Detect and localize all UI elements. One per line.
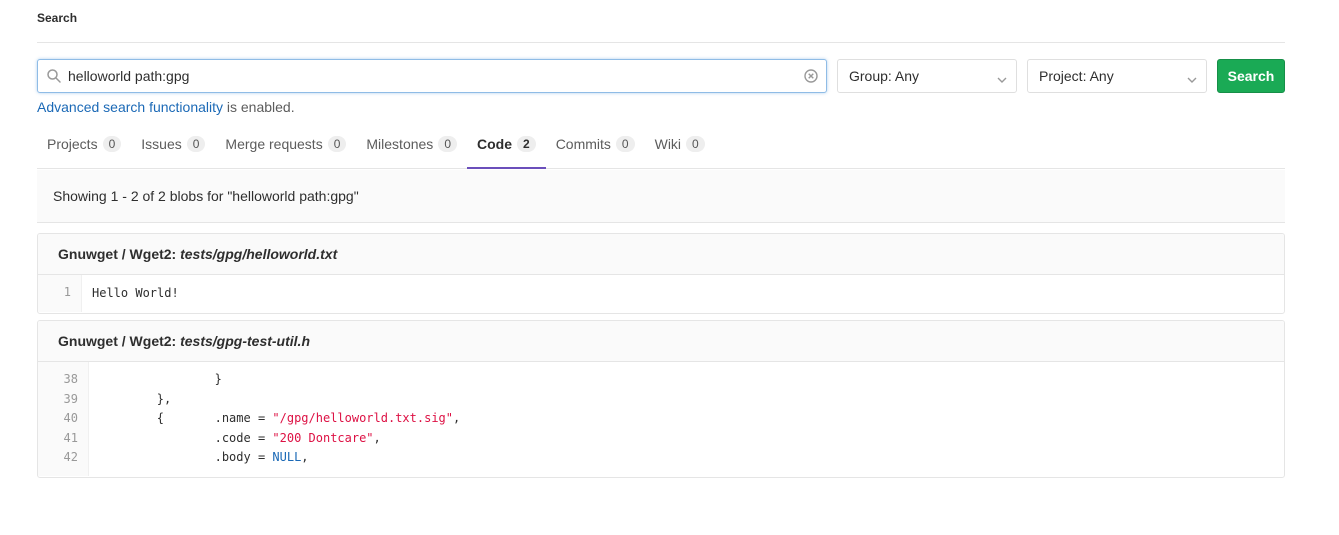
blob-path[interactable]: tests/gpg-test-util.h [180,333,310,349]
code-text: .code = [99,430,273,445]
code-lines: } }, { .name = "/gpg/helloworld.txt.sig"… [89,362,470,476]
search-result-blob: Gnuwget / Wget2: tests/gpg/helloworld.tx… [37,233,1285,314]
project-dropdown-label: Project: Any [1039,68,1114,84]
search-box[interactable] [37,59,827,93]
line-number[interactable]: 40 [46,409,78,429]
tab-code[interactable]: Code 2 [467,120,546,169]
tab-issues[interactable]: Issues 0 [131,120,215,168]
tab-label: Projects [47,136,98,152]
tab-label: Milestones [366,136,434,152]
tab-label: Issues [141,136,182,152]
search-icon [46,68,62,84]
blob-project: Gnuwget / Wget2: [58,333,177,349]
page-title: Search [37,11,78,25]
tab-count-badge: 0 [615,136,635,152]
line-number[interactable]: 42 [46,448,78,468]
tab-projects[interactable]: Projects 0 [37,120,131,168]
code-string: "200 Dontcare" [272,430,374,445]
advanced-search-suffix: is enabled. [223,99,295,115]
blob-code: 38 39 40 41 42 } }, { .name = "/gpg/hell… [38,362,1284,476]
blob-header[interactable]: Gnuwget / Wget2: tests/gpg-test-util.h [38,321,1284,362]
chevron-down-icon [1186,72,1198,83]
code-string: "/gpg/helloworld.txt.sig" [272,411,454,425]
code-keyword: NULL [272,450,302,464]
search-button[interactable]: Search [1217,59,1285,93]
advanced-search-link[interactable]: Advanced search functionality [37,99,223,115]
line-numbers: 38 39 40 41 42 [38,362,89,476]
code-line: .body = NULL, [99,448,460,468]
search-result-blob: Gnuwget / Wget2: tests/gpg-test-util.h 3… [37,320,1285,478]
tab-merge-requests[interactable]: Merge requests 0 [215,120,356,168]
blob-code: 1 Hello World! [38,275,1284,312]
tab-count-badge: 0 [186,136,206,152]
line-number[interactable]: 1 [46,283,71,303]
search-input[interactable] [68,60,808,92]
clear-icon[interactable] [804,69,818,83]
code-line: }, [99,391,172,406]
tab-label: Commits [555,136,611,152]
code-line: .code = "200 Dontcare", [99,429,460,449]
code-line: Hello World! [92,286,179,300]
tab-count-badge: 0 [686,136,705,152]
tab-label: Merge requests [225,136,323,152]
code-line: { .name = "/gpg/helloworld.txt.sig", [99,409,460,429]
tab-count-badge: 0 [327,136,347,152]
blob-project: Gnuwget / Wget2: [58,246,177,262]
code-lines: Hello World! [82,275,189,312]
project-dropdown[interactable]: Project: Any [1027,59,1207,93]
tab-count-badge: 0 [102,136,122,152]
line-numbers: 1 [38,275,82,312]
advanced-search-note: Advanced search functionality is enabled… [37,99,295,115]
tab-commits[interactable]: Commits 0 [546,120,645,168]
code-text: , [373,430,381,445]
line-number[interactable]: 41 [46,429,78,449]
results-summary: Showing 1 - 2 of 2 blobs for "helloworld… [37,170,1285,223]
blob-header[interactable]: Gnuwget / Wget2: tests/gpg/helloworld.tx… [38,234,1284,275]
tab-label: Code [477,136,512,152]
tab-wiki[interactable]: Wiki 0 [645,120,715,168]
tab-milestones[interactable]: Milestones 0 [356,120,467,168]
title-divider [37,42,1285,43]
group-dropdown[interactable]: Group: Any [837,59,1017,93]
code-line: } [99,372,222,386]
code-text: .body = [99,450,273,464]
search-tabs: Projects 0 Issues 0 Merge requests 0 Milest… [37,120,1285,169]
code-text: , [301,450,309,464]
line-number[interactable]: 39 [46,390,78,410]
group-dropdown-label: Group: Any [849,68,920,84]
code-text: { .name = [99,411,273,425]
tab-count-badge: 2 [517,136,536,152]
line-number[interactable]: 38 [46,370,78,390]
tab-count-badge: 0 [438,136,457,152]
chevron-down-icon [996,72,1008,83]
blob-path[interactable]: tests/gpg/helloworld.txt [180,246,337,262]
tab-label: Wiki [654,136,682,152]
code-text: , [453,411,461,425]
